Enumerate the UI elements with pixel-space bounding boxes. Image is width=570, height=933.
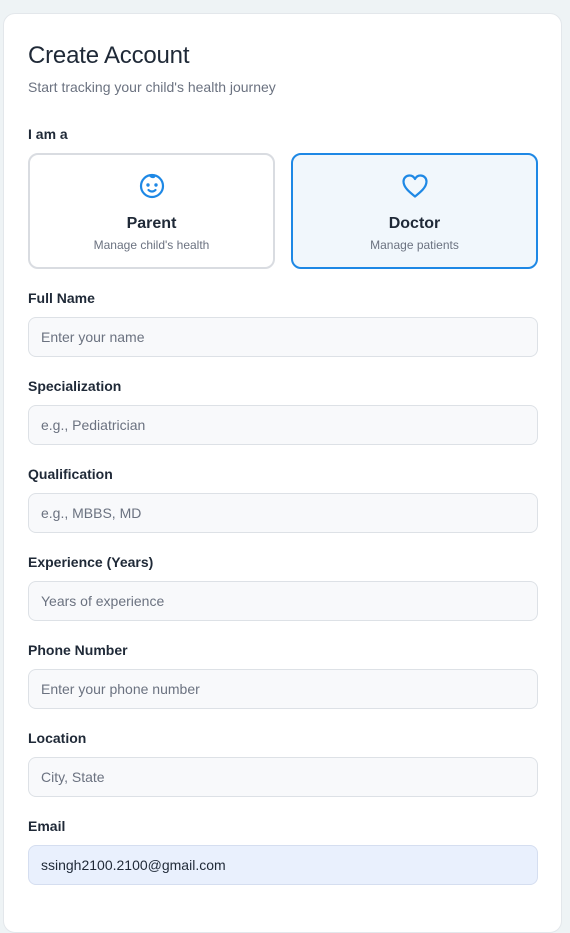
role-option-parent-description: Manage child's health <box>93 238 210 252</box>
phone-label: Phone Number <box>28 642 128 658</box>
qualification-label: Qualification <box>28 466 113 482</box>
role-label: I am a <box>28 126 68 142</box>
page-subtitle: Start tracking your child's health journ… <box>28 79 276 95</box>
role-option-parent-name: Parent <box>126 215 177 232</box>
role-option-doctor-name: Doctor <box>388 215 441 232</box>
location-label: Location <box>28 730 87 746</box>
role-option-doctor-description: Manage patients <box>370 238 459 252</box>
email-label: Email <box>28 818 66 834</box>
role-option-doctor[interactable]: Doctor Manage patients <box>291 153 538 269</box>
specialization-input[interactable] <box>28 405 538 445</box>
full-name-input[interactable] <box>28 317 538 357</box>
full-name-label: Full Name <box>28 290 95 306</box>
phone-input[interactable] <box>28 669 538 709</box>
location-input[interactable] <box>28 757 538 797</box>
baby-face-icon <box>139 173 164 199</box>
heart-icon <box>401 174 428 198</box>
role-option-parent[interactable]: Parent Manage child's health <box>28 153 275 269</box>
specialization-label: Specialization <box>28 378 122 394</box>
experience-label: Experience (Years) <box>28 554 154 570</box>
signup-card: Create Account Start tracking your child… <box>3 13 562 933</box>
email-input[interactable] <box>28 845 538 885</box>
page-title: Create Account <box>28 42 190 69</box>
qualification-input[interactable] <box>28 493 538 533</box>
experience-input[interactable] <box>28 581 538 621</box>
